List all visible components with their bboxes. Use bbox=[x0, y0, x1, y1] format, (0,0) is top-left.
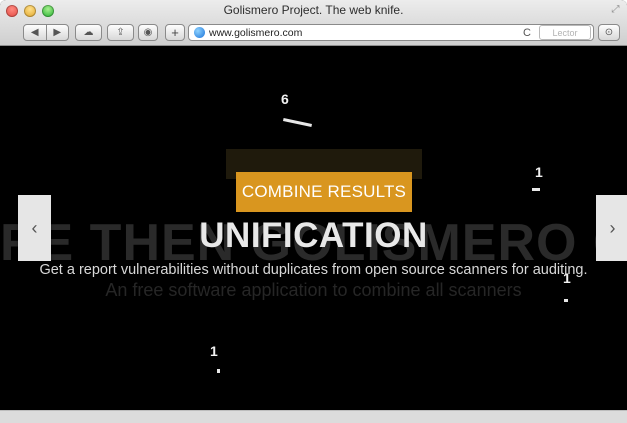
url-text[interactable]: www.golismero.com bbox=[209, 27, 523, 39]
chevron-left-icon: ‹ bbox=[31, 217, 38, 238]
particle-label: 1 bbox=[563, 270, 571, 286]
particle-label: 1 bbox=[535, 164, 543, 180]
slide-headline: UNIFICATION bbox=[199, 216, 428, 255]
globe-icon bbox=[194, 27, 205, 38]
window-title: Golismero Project. The web knife. bbox=[223, 3, 404, 17]
particle-label: 1 bbox=[210, 343, 218, 359]
icloud-tabs-button[interactable]: ☁ bbox=[75, 24, 102, 41]
share-icon: ⇪ bbox=[116, 27, 125, 38]
slide-ghost-subtitle: An free software application to combine … bbox=[105, 280, 522, 300]
page-bottom-strip bbox=[0, 410, 627, 423]
extension-button[interactable]: ◉ bbox=[138, 24, 158, 41]
particle-trail bbox=[564, 299, 568, 302]
download-icon: ⊙ bbox=[604, 27, 614, 38]
next-slide-button[interactable]: › bbox=[596, 195, 627, 261]
address-bar[interactable]: www.golismero.com C Lector bbox=[188, 24, 594, 41]
particle-label: 6 bbox=[281, 91, 289, 107]
combine-results-button[interactable]: COMBINE RESULTS bbox=[236, 172, 412, 212]
share-button[interactable]: ⇪ bbox=[107, 24, 134, 41]
downloads-button[interactable]: ⊙ bbox=[598, 24, 620, 41]
reload-icon[interactable]: C bbox=[523, 27, 531, 39]
back-forward-buttons: ◀ ▶ bbox=[23, 24, 69, 41]
slide-subtitle: Get a report vulnerabilities without dup… bbox=[39, 262, 588, 278]
back-icon: ◀ bbox=[30, 27, 39, 38]
page-content: RE THEN GOLISMERO G COMBINE RESULTS UNIF… bbox=[0, 46, 627, 410]
forward-button[interactable]: ▶ bbox=[45, 25, 69, 40]
forward-icon: ▶ bbox=[53, 27, 62, 38]
fullscreen-icon[interactable]: ⤢ bbox=[610, 4, 621, 15]
cloud-icon: ☁ bbox=[83, 27, 94, 38]
browser-chrome: Golismero Project. The web knife. ⤢ ◀ ▶ … bbox=[0, 0, 627, 46]
particle-trail bbox=[283, 118, 312, 127]
reader-button[interactable]: Lector bbox=[539, 25, 591, 40]
browser-window: Golismero Project. The web knife. ⤢ ◀ ▶ … bbox=[0, 0, 627, 423]
particle-trail bbox=[532, 188, 540, 191]
particle-trail bbox=[217, 369, 220, 373]
chevron-right-icon: › bbox=[609, 217, 616, 238]
prev-slide-button[interactable]: ‹ bbox=[18, 195, 51, 261]
new-tab-button[interactable]: + bbox=[165, 24, 185, 41]
stop-icon: ◉ bbox=[143, 27, 153, 38]
back-button[interactable]: ◀ bbox=[24, 25, 46, 40]
plus-icon: + bbox=[171, 25, 179, 40]
